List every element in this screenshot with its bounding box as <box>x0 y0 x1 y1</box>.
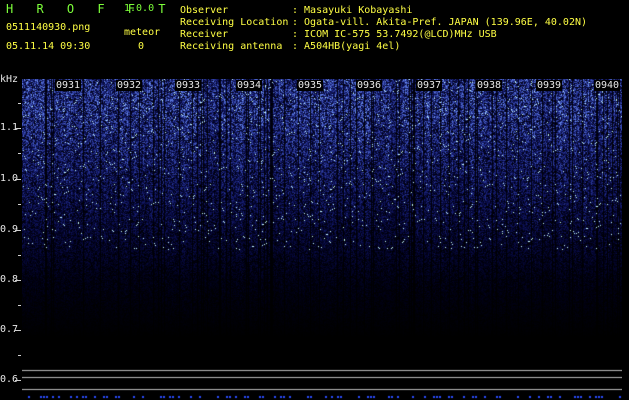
time-label: 0932 <box>116 80 143 91</box>
axis-tick <box>15 128 21 129</box>
hroff-display: H R O F F T 1.0.0 0511140930.png 05.11.1… <box>0 0 629 400</box>
info-value-location: : Ogata-vill. Akita-Pref. JAPAN (139.96E… <box>292 17 588 28</box>
file-timestamp: 05.11.14 09:30 <box>6 41 91 52</box>
time-label: 0939 <box>536 80 563 91</box>
axis-minor-tick <box>18 103 21 104</box>
info-label-receiver: Receiver <box>180 29 229 40</box>
time-label: 0940 <box>594 80 621 91</box>
axis-tick <box>15 380 21 381</box>
info-label-antenna: Receiving antenna <box>180 41 283 52</box>
axis-unit: kHz <box>0 74 19 85</box>
info-value-receiver: : ICOM IC-575 53.7492(@LCD)MHz USB <box>292 29 497 40</box>
axis-minor-tick <box>18 153 21 154</box>
time-label: 0935 <box>297 80 324 91</box>
time-label: 0934 <box>236 80 263 91</box>
info-value-antenna: : A504HB(yagi 4el) <box>292 41 401 52</box>
axis-minor-tick <box>18 255 21 256</box>
app-version: 1.0.0 <box>124 3 155 14</box>
info-label-location: Receiving Location <box>180 17 289 28</box>
spectrogram-canvas <box>22 79 622 400</box>
axis-minor-tick <box>18 355 21 356</box>
time-label: 0931 <box>55 80 82 91</box>
time-label: 0937 <box>416 80 443 91</box>
info-value-observer: : Masayuki Kobayashi <box>292 5 413 16</box>
axis-tick <box>15 179 21 180</box>
axis-minor-tick <box>18 204 21 205</box>
axis-minor-tick <box>18 305 21 306</box>
time-label: 0938 <box>476 80 503 91</box>
axis-tick <box>15 280 21 281</box>
time-label: 0936 <box>356 80 383 91</box>
meteor-count: 0 <box>138 41 145 52</box>
meteor-label: meteor <box>124 27 161 38</box>
file-name: 0511140930.png <box>6 22 91 33</box>
time-label: 0933 <box>175 80 202 91</box>
axis-tick <box>15 330 21 331</box>
axis-tick <box>15 230 21 231</box>
info-label-observer: Observer <box>180 5 229 16</box>
